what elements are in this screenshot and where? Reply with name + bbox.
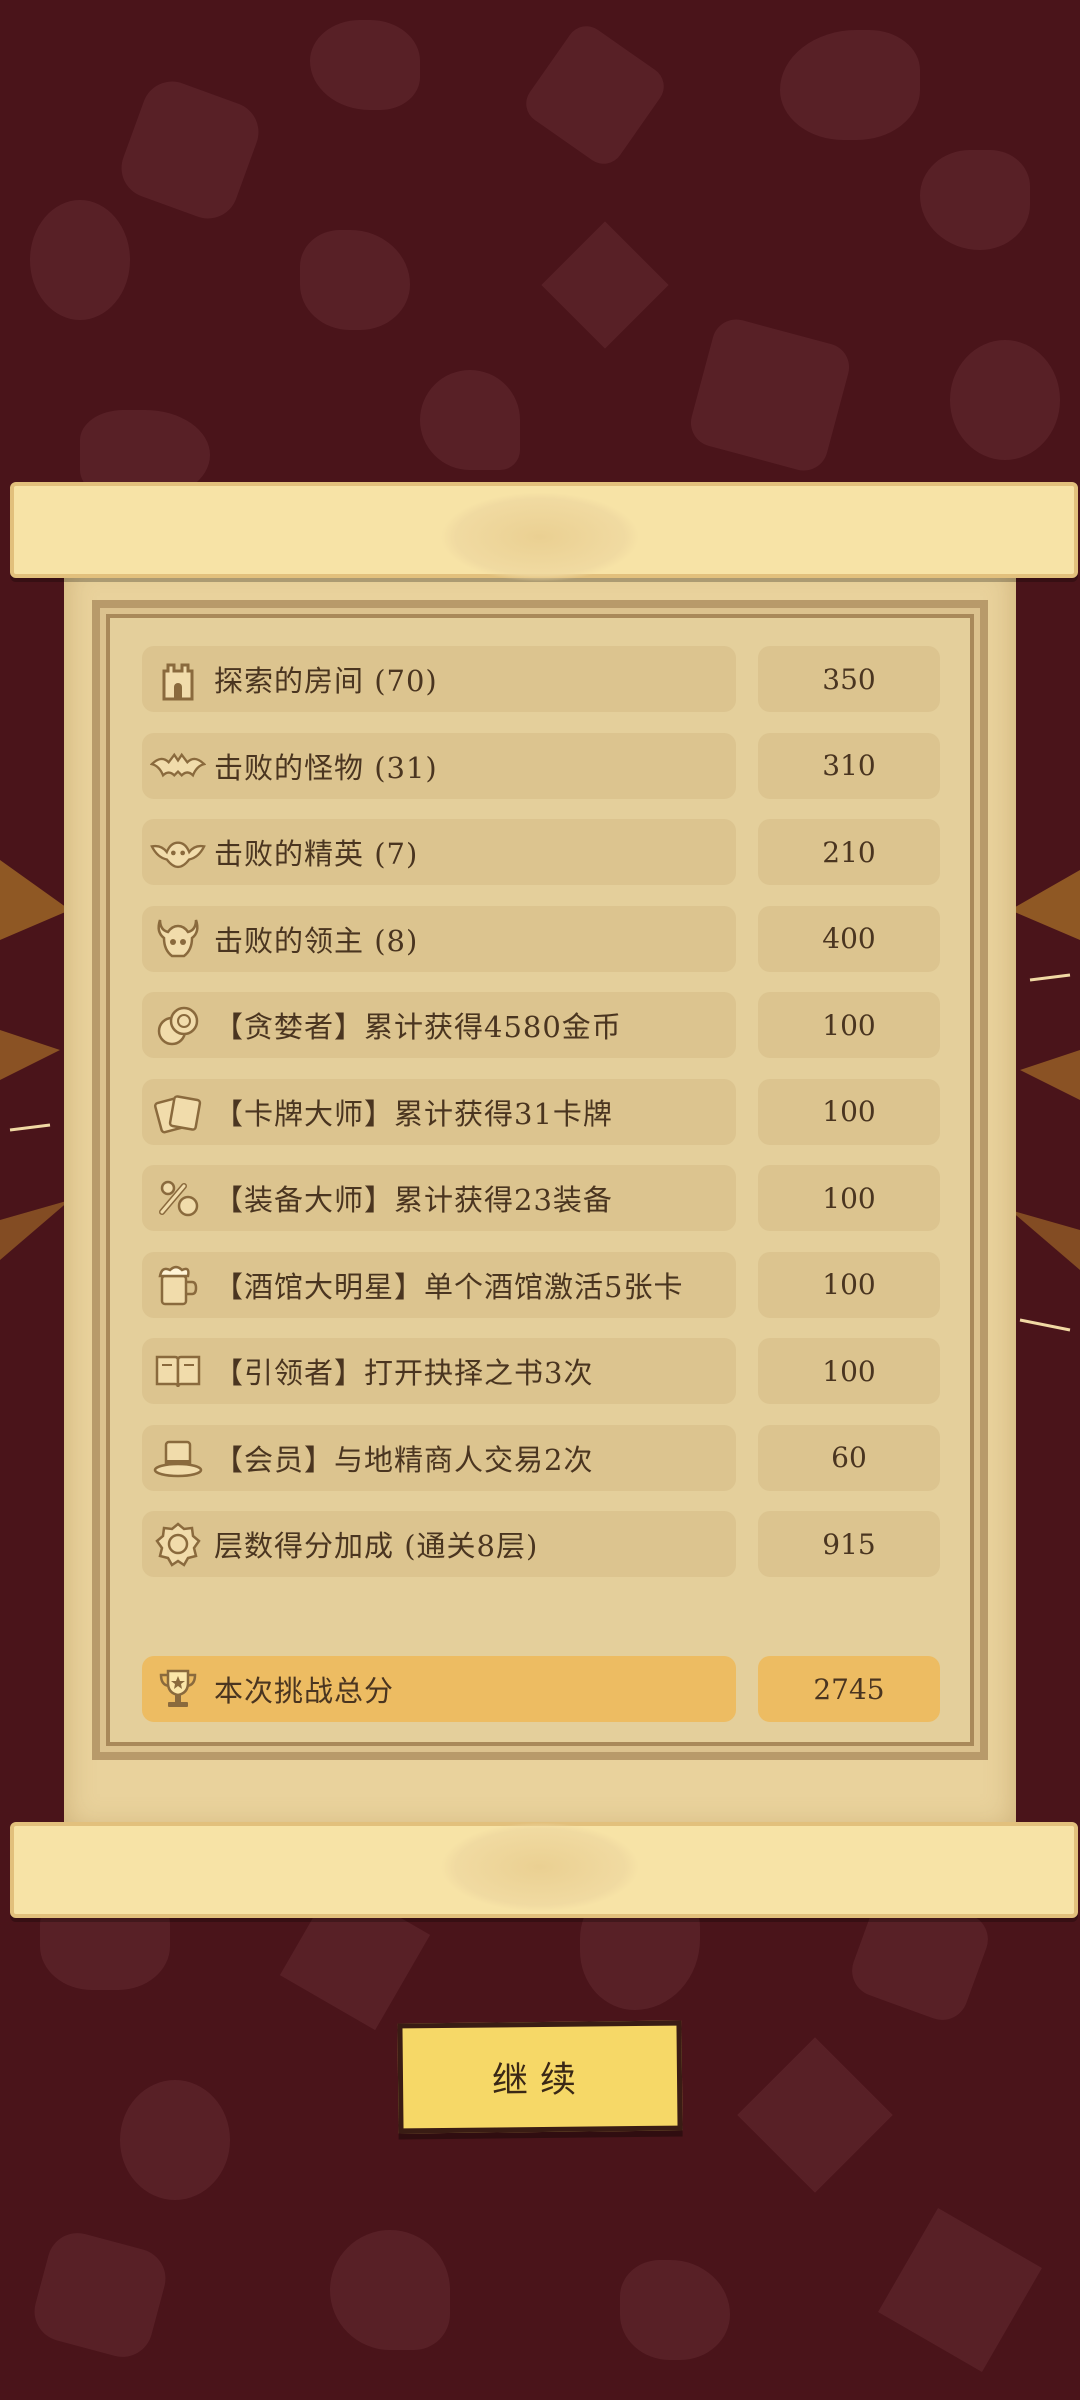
score-row-label: 【装备大师】累计获得23装备 [214, 1183, 613, 1217]
score-row-label: 击败的怪物 (31) [214, 750, 438, 785]
score-row-value: 210 [758, 819, 940, 885]
continue-button[interactable]: 继续 [397, 2020, 683, 2134]
horned-skull-icon [150, 911, 206, 967]
score-row-value: 350 [758, 646, 940, 712]
bat-icon [150, 738, 206, 794]
score-row-label: 【引领者】打开抉择之书3次 [214, 1356, 594, 1390]
open-book-icon [150, 1343, 206, 1399]
score-row-member: 【会员】与地精商人交易2次 60 [142, 1424, 942, 1491]
score-row-label: 【贪婪者】累计获得4580金币 [214, 1010, 622, 1044]
equipment-icon [150, 1170, 206, 1226]
top-hat-icon [150, 1430, 206, 1486]
score-row-tavern-star: 【酒馆大明星】单个酒馆激活5张卡 100 [142, 1251, 942, 1318]
score-row-label: 击败的领主 (8) [214, 923, 419, 958]
score-row-label: 【会员】与地精商人交易2次 [214, 1442, 594, 1477]
score-row-value: 100 [758, 992, 940, 1058]
score-row-label: 【酒馆大明星】单个酒馆激活5张卡 [214, 1269, 684, 1304]
score-row-elites: 击败的精英 (7) 210 [142, 819, 942, 885]
score-row-value: 60 [758, 1424, 940, 1491]
score-row-total: 本次挑战总分 2745 [142, 1656, 942, 1722]
trophy-icon [150, 1661, 206, 1717]
score-row-label: 探索的房间 (70) [214, 664, 438, 698]
score-row-value: 100 [758, 1338, 940, 1404]
score-row-value: 310 [758, 732, 940, 799]
score-row-label: 【卡牌大师】累计获得31卡牌 [214, 1096, 613, 1131]
score-list: 探索的房间 (70) 350 击败的怪物 (31) 310 击败的精英 (7) … [142, 646, 942, 1722]
total-score-label: 本次挑战总分 [214, 1674, 395, 1708]
score-row-floor-bonus: 层数得分加成 (通关8层) 915 [142, 1511, 942, 1577]
score-row-value: 400 [758, 905, 940, 972]
score-row-label: 击败的精英 (7) [214, 837, 419, 871]
total-score-value: 2745 [758, 1656, 940, 1722]
cards-icon [150, 1084, 206, 1140]
floor-badge-icon [150, 1516, 206, 1572]
coins-icon [150, 997, 206, 1053]
score-row-leader: 【引领者】打开抉择之书3次 100 [142, 1338, 942, 1404]
score-row-card-master: 【卡牌大师】累计获得31卡牌 100 [142, 1078, 942, 1145]
winged-demon-icon [150, 824, 206, 880]
score-row-monsters: 击败的怪物 (31) 310 [142, 732, 942, 799]
score-row-value: 100 [758, 1251, 940, 1318]
score-row-value: 100 [758, 1165, 940, 1231]
score-row-value: 915 [758, 1511, 940, 1577]
score-row-equipment-master: 【装备大师】累计获得23装备 100 [142, 1165, 942, 1231]
game-result-screen: 探索的房间 (70) 350 击败的怪物 (31) 310 击败的精英 (7) … [0, 0, 1080, 2400]
score-row-label: 层数得分加成 (通关8层) [214, 1529, 539, 1563]
score-row-bosses: 击败的领主 (8) 400 [142, 905, 942, 972]
castle-icon [150, 651, 206, 707]
score-row-rooms: 探索的房间 (70) 350 [142, 646, 942, 712]
scroll-top-emblem [440, 492, 640, 582]
score-row-greedy: 【贪婪者】累计获得4580金币 100 [142, 992, 942, 1058]
beer-mug-icon [150, 1257, 206, 1313]
score-row-value: 100 [758, 1078, 940, 1145]
scroll-bottom-emblem [440, 1822, 640, 1912]
